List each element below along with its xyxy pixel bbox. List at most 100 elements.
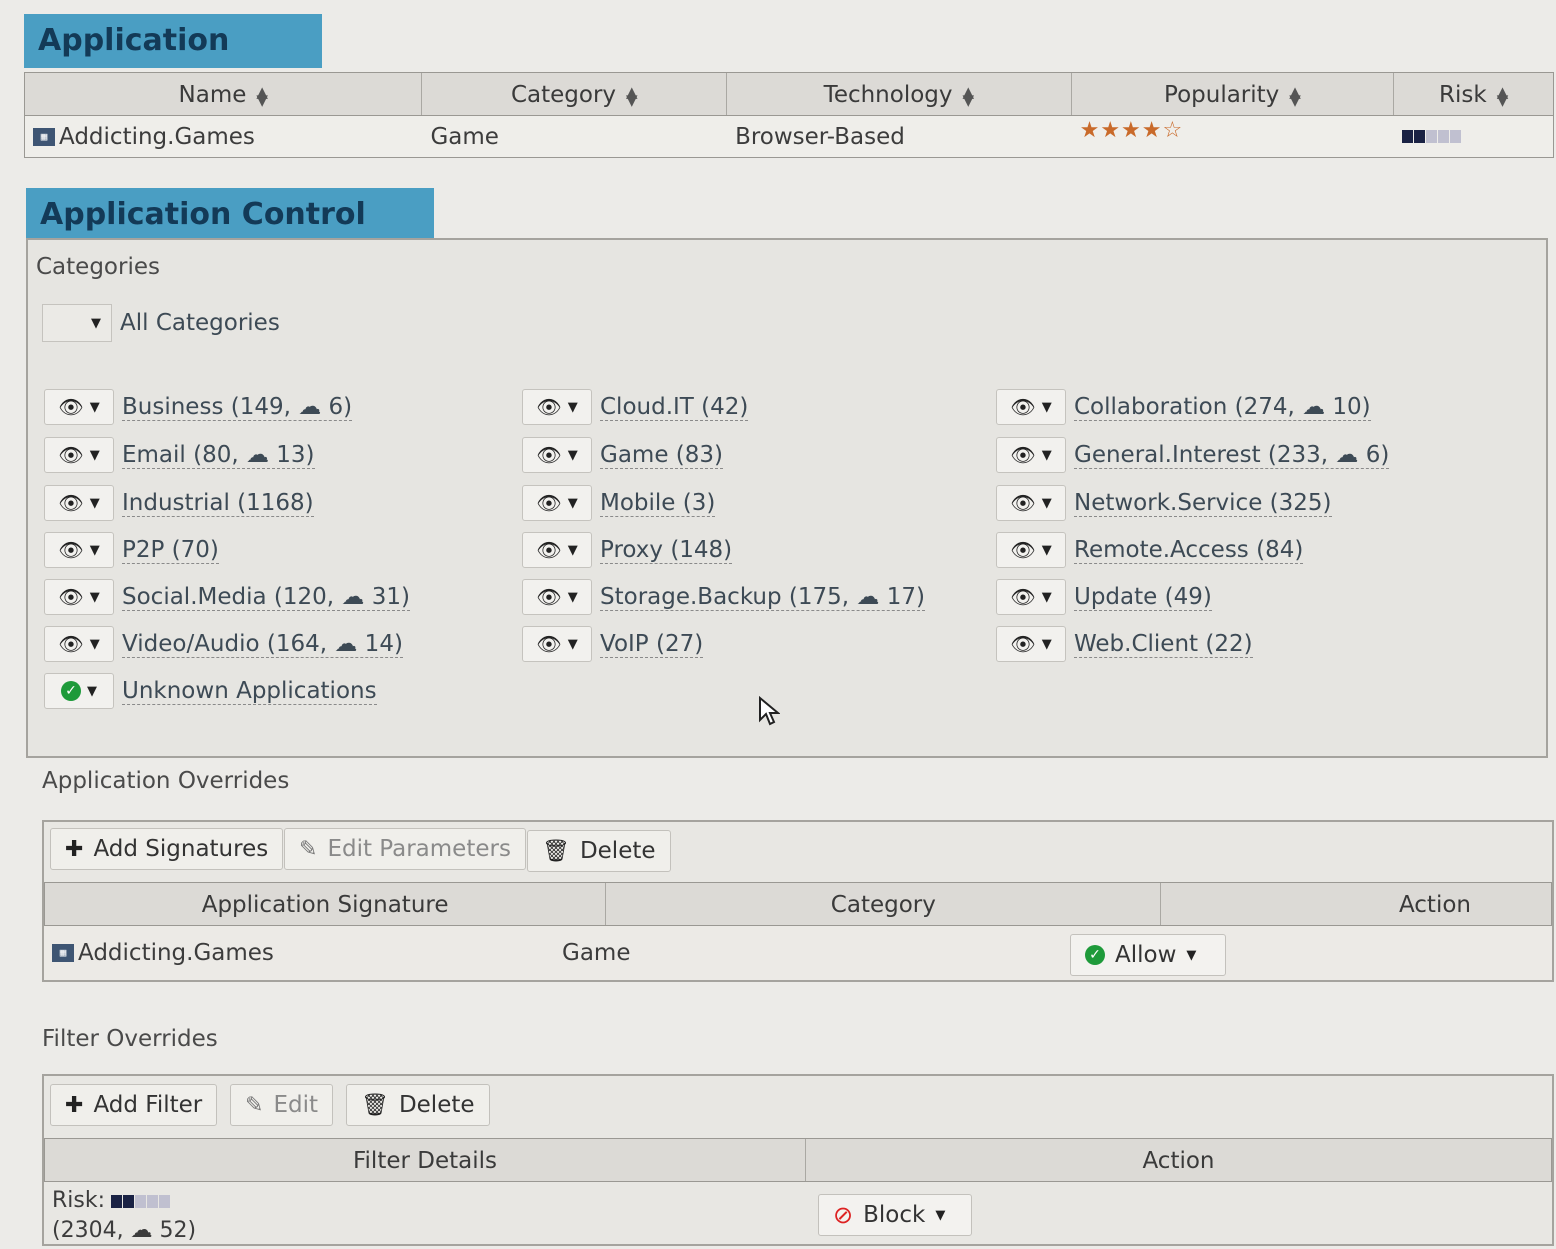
- category-action-dropdown[interactable]: ✓ ▼: [44, 673, 114, 709]
- category-label[interactable]: Web.Client (22): [1074, 631, 1253, 658]
- block-action-dropdown[interactable]: ⊘ Block ▼: [818, 1194, 972, 1236]
- sort-icon[interactable]: ▲ ▼: [1289, 84, 1301, 107]
- category-action-dropdown[interactable]: 👁 ▼: [522, 485, 592, 521]
- application-control-profile-title: Application Control Profile: [26, 188, 434, 286]
- eye-icon: 👁: [58, 632, 84, 656]
- caret-down-icon: ▼: [1041, 447, 1052, 463]
- category-item: 👁 ▼ Industrial (1168): [44, 484, 314, 522]
- category-action-dropdown[interactable]: 👁 ▼: [996, 485, 1066, 521]
- category-label[interactable]: Mobile (3): [600, 490, 716, 517]
- category-action-dropdown[interactable]: 👁 ▼: [522, 579, 592, 615]
- category-label[interactable]: Game (83): [600, 442, 723, 469]
- app-technology: Browser-Based: [735, 123, 905, 150]
- category-action-dropdown[interactable]: 👁 ▼: [996, 579, 1066, 615]
- category-label[interactable]: Cloud.IT (42): [600, 394, 749, 421]
- category-label[interactable]: Email (80, ☁ 13): [122, 442, 315, 469]
- category-action-dropdown[interactable]: 👁 ▼: [44, 437, 114, 473]
- category-label[interactable]: Network.Service (325): [1074, 490, 1332, 517]
- risk-segment: [1402, 130, 1414, 143]
- eye-icon: 👁: [58, 443, 84, 467]
- sort-icon[interactable]: ▲ ▼: [256, 84, 268, 107]
- category-label[interactable]: VoIP (27): [600, 631, 704, 658]
- caret-down-icon: ▼: [1041, 636, 1052, 652]
- category-label[interactable]: Social.Media (120, ☁ 31): [122, 584, 410, 611]
- add-filter-button[interactable]: ✚ Add Filter: [50, 1084, 218, 1126]
- category-action-dropdown[interactable]: 👁 ▼: [522, 437, 592, 473]
- category-label[interactable]: Collaboration (274, ☁ 10): [1074, 394, 1371, 421]
- sort-icon[interactable]: ▲ ▼: [1497, 84, 1509, 107]
- allow-action-dropdown[interactable]: ✓ Allow ▼: [1070, 934, 1226, 976]
- caret-down-icon: ▼: [1186, 947, 1197, 963]
- category-action-dropdown[interactable]: 👁 ▼: [44, 626, 114, 662]
- category-label[interactable]: Unknown Applications: [122, 678, 377, 705]
- sort-icon[interactable]: ▲ ▼: [963, 84, 975, 107]
- risk-segment: [147, 1194, 159, 1208]
- risk-segment: [135, 1194, 147, 1208]
- delete-label: Delete: [579, 838, 656, 864]
- check-circle-icon: ✓: [1085, 945, 1105, 965]
- category-action-dropdown[interactable]: 👁 ▼: [44, 389, 114, 425]
- caret-down-icon: ▼: [89, 589, 100, 605]
- sort-icon[interactable]: ▲ ▼: [626, 84, 638, 107]
- column-application-signature[interactable]: Application Signature: [45, 883, 607, 925]
- filter-counts: (2304, ☁ 52): [52, 1218, 197, 1243]
- category-action-dropdown[interactable]: 👁 ▼: [522, 626, 592, 662]
- category-action-dropdown[interactable]: 👁 ▼: [996, 626, 1066, 662]
- category-label[interactable]: Video/Audio (164, ☁ 14): [122, 631, 403, 658]
- column-category-label: Category: [510, 82, 617, 108]
- popularity-stars: ★★★★☆: [1079, 118, 1184, 143]
- caret-down-icon: ▼: [567, 589, 578, 605]
- caret-down-icon: ▼: [89, 447, 100, 463]
- category-label[interactable]: Industrial (1168): [122, 490, 314, 517]
- category-label[interactable]: Proxy (148): [600, 537, 733, 564]
- edit-filter-button[interactable]: ✎ Edit: [230, 1084, 333, 1126]
- mouse-cursor-icon: [759, 696, 780, 726]
- category-item: 👁 ▼ Social.Media (120, ☁ 31): [44, 578, 410, 616]
- category-item: 👁 ▼ Proxy (148): [522, 531, 733, 569]
- app-icon: ▦: [33, 127, 55, 146]
- category-label[interactable]: Storage.Backup (175, ☁ 17): [600, 584, 925, 611]
- column-risk[interactable]: Risk ▲ ▼: [1394, 73, 1553, 115]
- caret-down-icon: ▼: [89, 636, 100, 652]
- all-categories-dropdown[interactable]: ▼: [42, 304, 112, 342]
- category-label[interactable]: General.Interest (233, ☁ 6): [1074, 442, 1390, 469]
- column-action[interactable]: Action: [1161, 883, 1551, 925]
- caret-down-icon: ▼: [89, 495, 100, 511]
- eye-icon: 👁: [536, 491, 562, 515]
- category-item: 👁 ▼ Business (149, ☁ 6): [44, 388, 353, 426]
- edit-parameters-button[interactable]: ✎ Edit Parameters: [284, 828, 526, 870]
- block-icon: ⊘: [833, 1201, 854, 1229]
- eye-icon: 👁: [1010, 395, 1036, 419]
- column-technology[interactable]: Technology ▲ ▼: [727, 73, 1072, 115]
- add-signatures-button[interactable]: ✚ Add Signatures: [50, 828, 284, 870]
- category-action-dropdown[interactable]: 👁 ▼: [44, 579, 114, 615]
- category-action-dropdown[interactable]: 👁 ▼: [44, 532, 114, 568]
- category-action-dropdown[interactable]: 👁 ▼: [44, 485, 114, 521]
- category-action-dropdown[interactable]: 👁 ▼: [522, 389, 592, 425]
- risk-bar: [1402, 130, 1462, 143]
- column-name[interactable]: Name ▲ ▼: [25, 73, 423, 115]
- category-action-dropdown[interactable]: 👁 ▼: [996, 437, 1066, 473]
- category-item: 👁 ▼ Email (80, ☁ 13): [44, 436, 315, 474]
- category-action-dropdown[interactable]: 👁 ▼: [996, 532, 1066, 568]
- column-filter-details[interactable]: Filter Details: [45, 1139, 806, 1181]
- category-label[interactable]: Remote.Access (84): [1074, 537, 1304, 564]
- caret-down-icon: ▼: [89, 542, 100, 558]
- column-category[interactable]: Category: [606, 883, 1162, 925]
- block-label: Block: [863, 1202, 926, 1228]
- column-action[interactable]: Action: [806, 1139, 1551, 1181]
- delete-filter-button[interactable]: 🗑 Delete: [346, 1084, 490, 1126]
- delete-label: Delete: [398, 1092, 475, 1118]
- column-category[interactable]: Category ▲ ▼: [422, 73, 728, 115]
- delete-signature-button[interactable]: 🗑 Delete: [527, 830, 671, 872]
- risk-segment: [1438, 130, 1450, 143]
- category-label[interactable]: Update (49): [1074, 584, 1212, 611]
- category-action-dropdown[interactable]: 👁 ▼: [522, 532, 592, 568]
- category-item: 👁 ▼ Network.Service (325): [996, 484, 1332, 522]
- column-popularity-label: Popularity: [1164, 82, 1280, 108]
- category-label[interactable]: Business (149, ☁ 6): [122, 394, 353, 421]
- category-label[interactable]: P2P (70): [122, 537, 219, 564]
- override-app-cell: ▦ Addicting.Games: [44, 926, 554, 980]
- category-action-dropdown[interactable]: 👁 ▼: [996, 389, 1066, 425]
- column-popularity[interactable]: Popularity ▲ ▼: [1072, 73, 1395, 115]
